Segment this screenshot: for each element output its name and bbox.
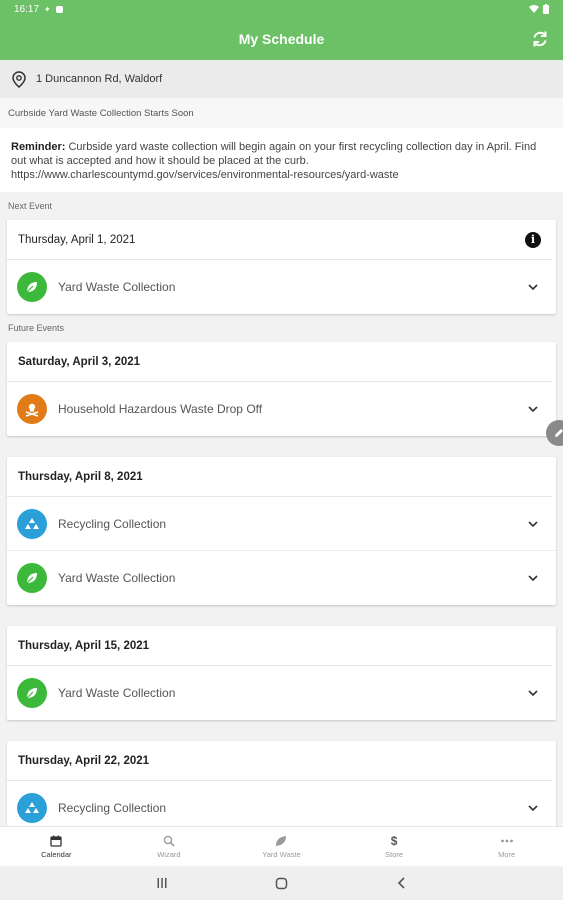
location-pin-icon [12, 70, 26, 88]
event-row[interactable]: Household Hazardous Waste Drop Off [7, 382, 556, 436]
search-icon [163, 835, 175, 847]
notification-icon: ✦ [44, 4, 51, 14]
app-bar: My Schedule [0, 18, 563, 60]
recycle-icon [17, 508, 47, 539]
event-row[interactable]: Recycling Collection [7, 497, 556, 551]
back-icon [397, 877, 405, 889]
info-icon[interactable]: i [525, 231, 541, 248]
event-card: Thursday, April 8, 2021 Recycling Collec… [7, 457, 556, 605]
event-label: Yard Waste Collection [58, 571, 176, 585]
chevron-down-icon[interactable] [526, 402, 540, 416]
leaf-icon [17, 678, 47, 708]
refresh-icon [533, 31, 547, 47]
nav-label: Wizard [157, 849, 181, 859]
notice-text: Curbside yard waste collection will begi… [11, 141, 537, 181]
refresh-button[interactable] [529, 28, 551, 50]
more-icon [500, 839, 513, 842]
chevron-down-icon[interactable] [526, 517, 540, 531]
home-icon [275, 877, 288, 889]
chevron-down-icon[interactable] [526, 280, 540, 294]
chevron-down-icon[interactable] [526, 801, 540, 815]
event-label: Household Hazardous Waste Drop Off [58, 402, 263, 416]
event-row[interactable]: Yard Waste Collection [7, 260, 556, 314]
event-date-header: Thursday, April 22, 2021 [7, 741, 552, 781]
leaf-icon [276, 835, 287, 846]
page-title: My Schedule [238, 31, 325, 47]
status-time: 16:17 [14, 3, 40, 15]
event-date: Thursday, April 8, 2021 [18, 470, 143, 483]
dollar-icon: $ [390, 833, 398, 848]
event-date-header: Thursday, April 8, 2021 [7, 457, 552, 497]
leaf-icon [17, 563, 47, 593]
pencil-icon [555, 429, 563, 437]
nav-more[interactable]: More [450, 827, 563, 866]
nav-label: More [498, 849, 516, 859]
event-label: Yard Waste Collection [58, 686, 176, 700]
recent-apps-button[interactable] [102, 877, 222, 889]
event-row[interactable]: Yard Waste Collection [7, 551, 556, 605]
nav-yard-waste[interactable]: Yard Waste [225, 827, 338, 866]
home-button[interactable] [222, 877, 342, 890]
next-event-label: Next Event [8, 201, 53, 211]
address-row[interactable]: 1 Duncannon Rd, Waldorf [0, 60, 563, 98]
event-date: Thursday, April 1, 2021 [18, 233, 136, 246]
nav-label: Yard Waste [262, 849, 301, 859]
notice-body: Reminder: Curbside yard waste collection… [0, 128, 563, 192]
nav-wizard[interactable]: Wizard [113, 827, 226, 866]
event-card: Saturday, April 3, 2021 Household Hazard… [7, 342, 556, 436]
hazard-icon [17, 394, 47, 424]
event-card: Thursday, April 22, 2021 Recycling Colle… [7, 741, 556, 826]
nav-store[interactable]: $ Store [338, 827, 451, 866]
back-button[interactable] [342, 877, 462, 889]
leaf-icon [17, 272, 47, 302]
event-date: Thursday, April 15, 2021 [18, 639, 150, 652]
system-nav-bar [0, 866, 563, 900]
nav-label: Store [385, 849, 404, 859]
next-event-card: Thursday, April 1, 2021 i Yard Waste Col… [7, 220, 556, 314]
app-notification-icon [55, 5, 63, 13]
event-date-header: Saturday, April 3, 2021 [7, 342, 552, 382]
event-row[interactable]: Recycling Collection [7, 781, 556, 826]
event-label: Recycling Collection [58, 801, 167, 815]
wifi-icon [529, 5, 539, 13]
future-events-label: Future Events [8, 323, 65, 333]
schedule-content[interactable]: 1 Duncannon Rd, Waldorf Curbside Yard Wa… [0, 60, 563, 826]
bottom-nav: Calendar Wizard Yard Waste $ Store More [0, 826, 563, 866]
event-label: Yard Waste Collection [58, 280, 176, 294]
nav-calendar[interactable]: Calendar [0, 827, 113, 866]
calendar-icon [50, 835, 62, 847]
nav-label: Calendar [41, 849, 72, 859]
status-bar: 16:17 ✦ [0, 0, 563, 18]
recent-apps-icon [157, 878, 166, 888]
recycle-icon [17, 793, 47, 823]
event-date: Thursday, April 22, 2021 [18, 754, 150, 767]
battery-icon [543, 4, 549, 14]
event-date: Saturday, April 3, 2021 [18, 355, 141, 368]
event-card: Thursday, April 15, 2021 Yard Waste Coll… [7, 626, 556, 720]
event-date-header: Thursday, April 15, 2021 [7, 626, 552, 666]
event-row[interactable]: Yard Waste Collection [7, 666, 556, 720]
address-text: 1 Duncannon Rd, Waldorf [36, 73, 163, 85]
event-label: Recycling Collection [58, 516, 167, 531]
event-date-header: Thursday, April 1, 2021 i [7, 220, 552, 260]
notice-title: Curbside Yard Waste Collection Starts So… [0, 98, 563, 128]
chevron-down-icon[interactable] [526, 571, 540, 585]
reminder-label: Reminder: [11, 141, 66, 153]
chevron-down-icon[interactable] [526, 686, 540, 700]
